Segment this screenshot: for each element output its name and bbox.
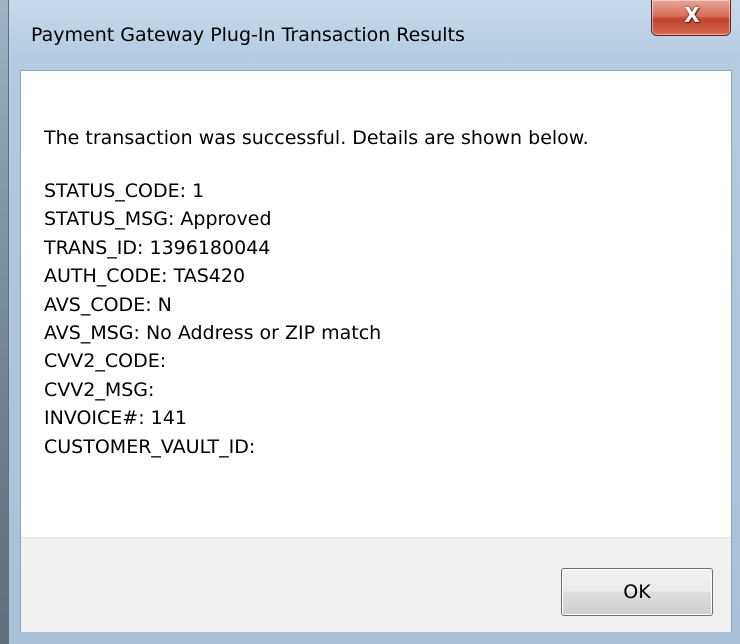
dialog-window: Payment Gateway Plug-In Transaction Resu…: [8, 0, 740, 644]
detail-trans-id: TRANS_ID: 1396180044: [44, 236, 271, 259]
detail-status-msg: STATUS_MSG: Approved: [44, 208, 272, 231]
result-message: The transaction was successful. Details …: [44, 127, 589, 149]
detail-status-code: STATUS_CODE: 1: [44, 180, 205, 202]
detail-avs-msg: AVS_MSG: No Address or ZIP match: [44, 322, 382, 345]
title-bar[interactable]: Payment Gateway Plug-In Transaction Resu…: [9, 0, 740, 70]
ok-button[interactable]: OK: [561, 568, 713, 616]
detail-invoice: INVOICE#: 141: [44, 407, 187, 430]
detail-avs-code: AVS_CODE: N: [44, 293, 172, 316]
detail-customer-vault-id: CUSTOMER_VAULT_ID:: [44, 435, 256, 458]
detail-cvv2-msg: CVV2_MSG:: [44, 378, 155, 401]
detail-cvv2-code: CVV2_CODE:: [44, 350, 167, 373]
window-title: Payment Gateway Plug-In Transaction Resu…: [31, 24, 465, 46]
close-icon: X: [684, 3, 700, 27]
transaction-details: STATUS_CODE: 1 STATUS_MSG: Approved TRAN…: [44, 177, 381, 461]
button-bar: OK: [21, 537, 731, 632]
dialog-content: The transaction was successful. Details …: [20, 70, 732, 632]
detail-auth-code: AUTH_CODE: TAS420: [44, 265, 246, 288]
close-button[interactable]: X: [651, 0, 731, 36]
